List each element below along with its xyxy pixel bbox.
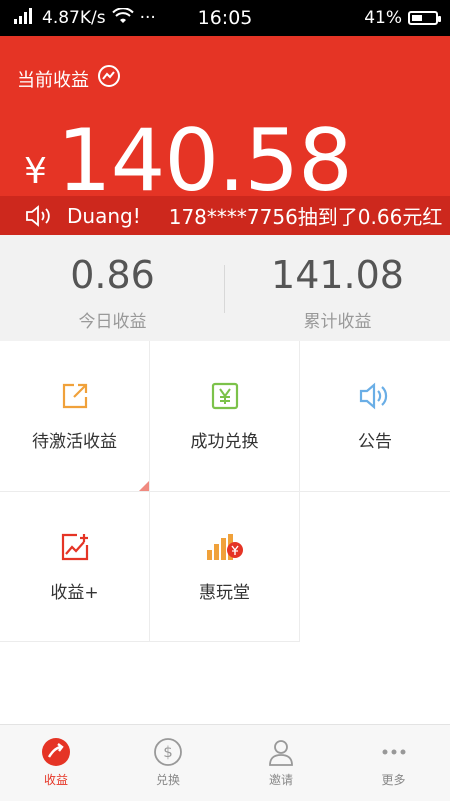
earnings-summary: 0.86 今日收益 141.08 累计收益 <box>0 235 450 341</box>
pending-earnings-cell[interactable]: 待激活收益 <box>0 341 149 491</box>
today-earnings-value: 0.86 <box>70 253 155 297</box>
tab-more[interactable]: 更多 <box>337 725 450 801</box>
current-earnings-label: 当前收益 <box>17 69 89 91</box>
amount-value: 140.58 <box>56 111 353 211</box>
battery-level: 41% <box>364 8 402 28</box>
fun-hall-cell[interactable]: 惠玩堂 <box>150 492 299 642</box>
successful-exchange-cell[interactable]: 成功兑换 <box>150 341 299 491</box>
speaker-icon <box>25 204 57 227</box>
svg-text:$: $ <box>163 743 173 761</box>
successful-exchange-label: 成功兑换 <box>190 432 259 452</box>
total-earnings-value: 141.08 <box>271 253 404 297</box>
corner-badge <box>139 481 149 491</box>
grid-divider <box>0 491 450 492</box>
feature-grid: 待激活收益 成功兑换 公告 收益+ 惠玩堂 <box>0 341 450 642</box>
tab-exchange-label: 兑换 <box>155 773 180 787</box>
ticker-prefix: Duang! <box>67 203 141 228</box>
bottom-tab-bar: 收益 $ 兑换 邀请 更多 <box>0 724 450 801</box>
current-earnings-title[interactable]: 当前收益 <box>17 64 121 93</box>
trend-icon[interactable] <box>97 64 121 93</box>
tab-more-label: 更多 <box>381 773 406 787</box>
user-icon <box>225 737 337 767</box>
total-earnings-label: 累计收益 <box>303 312 372 332</box>
status-bar: 4.87K/s ··· 16:05 41% <box>0 0 450 36</box>
tab-earnings-label: 收益 <box>43 773 68 787</box>
tab-earnings[interactable]: 收益 <box>0 725 112 801</box>
today-earnings[interactable]: 0.86 今日收益 <box>0 235 225 341</box>
trend-icon <box>0 737 112 767</box>
tab-exchange[interactable]: $ 兑换 <box>112 725 224 801</box>
empty-cell <box>300 492 450 642</box>
pending-earnings-label: 待激活收益 <box>32 432 117 452</box>
more-icon <box>337 737 450 767</box>
dollar-icon: $ <box>112 737 224 767</box>
chart-plus-icon <box>0 532 149 562</box>
tab-invite[interactable]: 邀请 <box>225 725 337 801</box>
bar-chart-coin-icon <box>150 532 299 562</box>
fun-hall-label: 惠玩堂 <box>199 583 250 603</box>
speaker-icon <box>300 381 450 411</box>
grid-divider <box>0 641 300 642</box>
battery-icon <box>408 11 441 25</box>
yuan-icon <box>150 381 299 411</box>
earnings-plus-cell[interactable]: 收益+ <box>0 492 149 642</box>
earnings-plus-label: 收益+ <box>50 583 99 603</box>
announcement-label: 公告 <box>358 432 392 452</box>
ticker-text: 178****7756抽到了0.66元红 <box>168 205 443 229</box>
currency-symbol: ¥ <box>24 151 47 192</box>
announcement-ticker[interactable]: Duang! 178****7756抽到了0.66元红 <box>0 196 450 235</box>
status-right: 41% <box>364 0 441 36</box>
external-link-icon <box>0 381 149 411</box>
today-earnings-label: 今日收益 <box>78 312 147 332</box>
total-earnings[interactable]: 141.08 累计收益 <box>225 235 450 341</box>
announcement-cell[interactable]: 公告 <box>300 341 450 491</box>
tab-invite-label: 邀请 <box>268 773 293 787</box>
earnings-amount: ¥ 140.58 <box>24 111 353 211</box>
earnings-header: 当前收益 ¥ 140.58 Duang! 178****7756抽到了0.66元… <box>0 36 450 235</box>
